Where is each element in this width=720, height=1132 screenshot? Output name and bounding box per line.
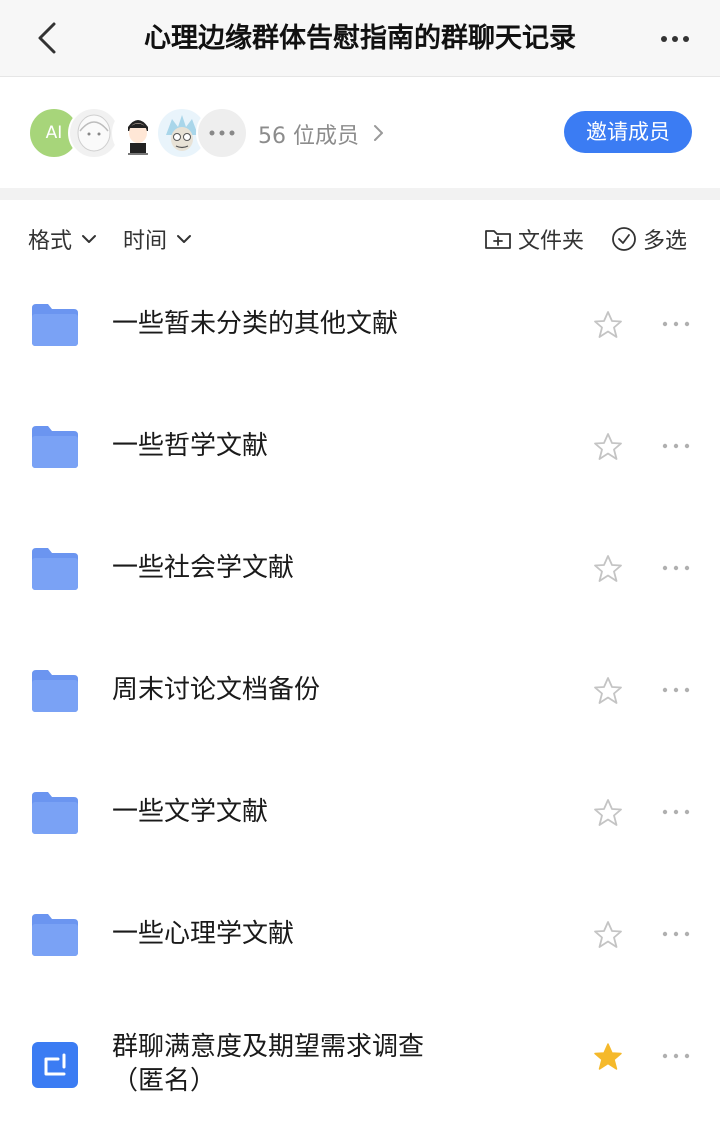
new-folder-button[interactable]: 文件夹 [484, 224, 584, 254]
file-toolbar: 格式 时间 文件夹 多选 [0, 200, 720, 278]
member-count[interactable]: 56 位成员 [258, 118, 359, 150]
more-horizontal-icon[interactable] [660, 558, 692, 578]
file-name: 群聊满意度及期望需求调查（匿名） [112, 1032, 425, 1096]
chevron-down-icon [177, 235, 192, 243]
more-horizontal-icon[interactable] [660, 924, 692, 944]
list-item[interactable]: 一些社会学文献 [0, 522, 720, 644]
section-divider [0, 188, 720, 200]
list-item[interactable]: 一些文学文献 [0, 766, 720, 888]
file-name: 一些心理学文献 [112, 919, 295, 949]
file-name: 一些暂未分类的其他文献 [112, 309, 399, 339]
top-bar: 心理边缘群体告慰指南的群聊天记录 [0, 0, 720, 77]
list-item[interactable]: 周末讨论文档备份 [0, 644, 720, 766]
star-outline-icon[interactable] [593, 676, 623, 706]
folder-icon [32, 914, 78, 956]
star-outline-icon[interactable] [593, 432, 623, 462]
list-item[interactable]: 一些哲学文献 [0, 400, 720, 522]
list-item[interactable]: 群聊满意度及期望需求调查（匿名） [0, 1010, 720, 1132]
format-filter[interactable]: 格式 [28, 224, 100, 254]
time-filter-label: 时间 [123, 229, 168, 254]
chevron-right-icon[interactable] [372, 122, 386, 144]
time-filter[interactable]: 时间 [123, 224, 195, 254]
avatar-more[interactable] [196, 107, 248, 159]
folder-icon [32, 548, 78, 590]
invite-members-button[interactable]: 邀请成员 [564, 111, 692, 153]
folder-icon [32, 426, 78, 468]
more-horizontal-icon [661, 36, 689, 42]
star-outline-icon[interactable] [593, 798, 623, 828]
header-more-button[interactable] [660, 25, 690, 53]
list-item[interactable]: 一些心理学文献 [0, 888, 720, 1010]
folder-add-icon [485, 230, 511, 249]
star-outline-icon[interactable] [593, 554, 623, 584]
cartoon-boy-avatar-icon [128, 120, 148, 155]
list-item[interactable]: 一些暂未分类的其他文献 [0, 278, 720, 400]
page-title: 心理边缘群体告慰指南的群聊天记录 [144, 23, 576, 54]
chevron-left-icon [38, 22, 56, 54]
more-horizontal-icon[interactable] [660, 314, 692, 334]
member-avatars[interactable]: AI [28, 107, 248, 159]
file-name: 周末讨论文档备份 [112, 675, 321, 705]
file-name: 一些社会学文献 [112, 553, 295, 583]
multi-select-label: 多选 [643, 229, 688, 254]
star-filled-icon[interactable] [593, 1042, 623, 1072]
folder-icon [32, 792, 78, 834]
more-horizontal-icon[interactable] [660, 802, 692, 822]
file-name: 一些文学文献 [112, 797, 269, 827]
more-horizontal-icon[interactable] [660, 680, 692, 700]
chevron-down-icon [82, 235, 97, 243]
more-horizontal-icon[interactable] [660, 1046, 692, 1066]
anime-girl-avatar-icon [77, 114, 111, 152]
folder-icon [32, 304, 78, 346]
star-outline-icon[interactable] [593, 920, 623, 950]
file-list: 一些暂未分类的其他文献 一些哲学文献 一些社会学文献 周末讨论文档备份 一些文学… [0, 278, 720, 1132]
folder-icon [32, 670, 78, 712]
form-document-icon [32, 1042, 78, 1088]
members-section: AI 56 位成员 邀请成员 [0, 78, 720, 188]
check-circle-icon [612, 227, 636, 251]
file-name: 一些哲学文献 [112, 431, 269, 461]
format-filter-label: 格式 [28, 229, 73, 254]
back-button[interactable] [28, 18, 68, 58]
more-horizontal-icon [209, 130, 235, 136]
new-folder-label: 文件夹 [518, 229, 585, 254]
star-outline-icon[interactable] [593, 310, 623, 340]
more-horizontal-icon[interactable] [660, 436, 692, 456]
multi-select-button[interactable]: 多选 [611, 224, 687, 254]
